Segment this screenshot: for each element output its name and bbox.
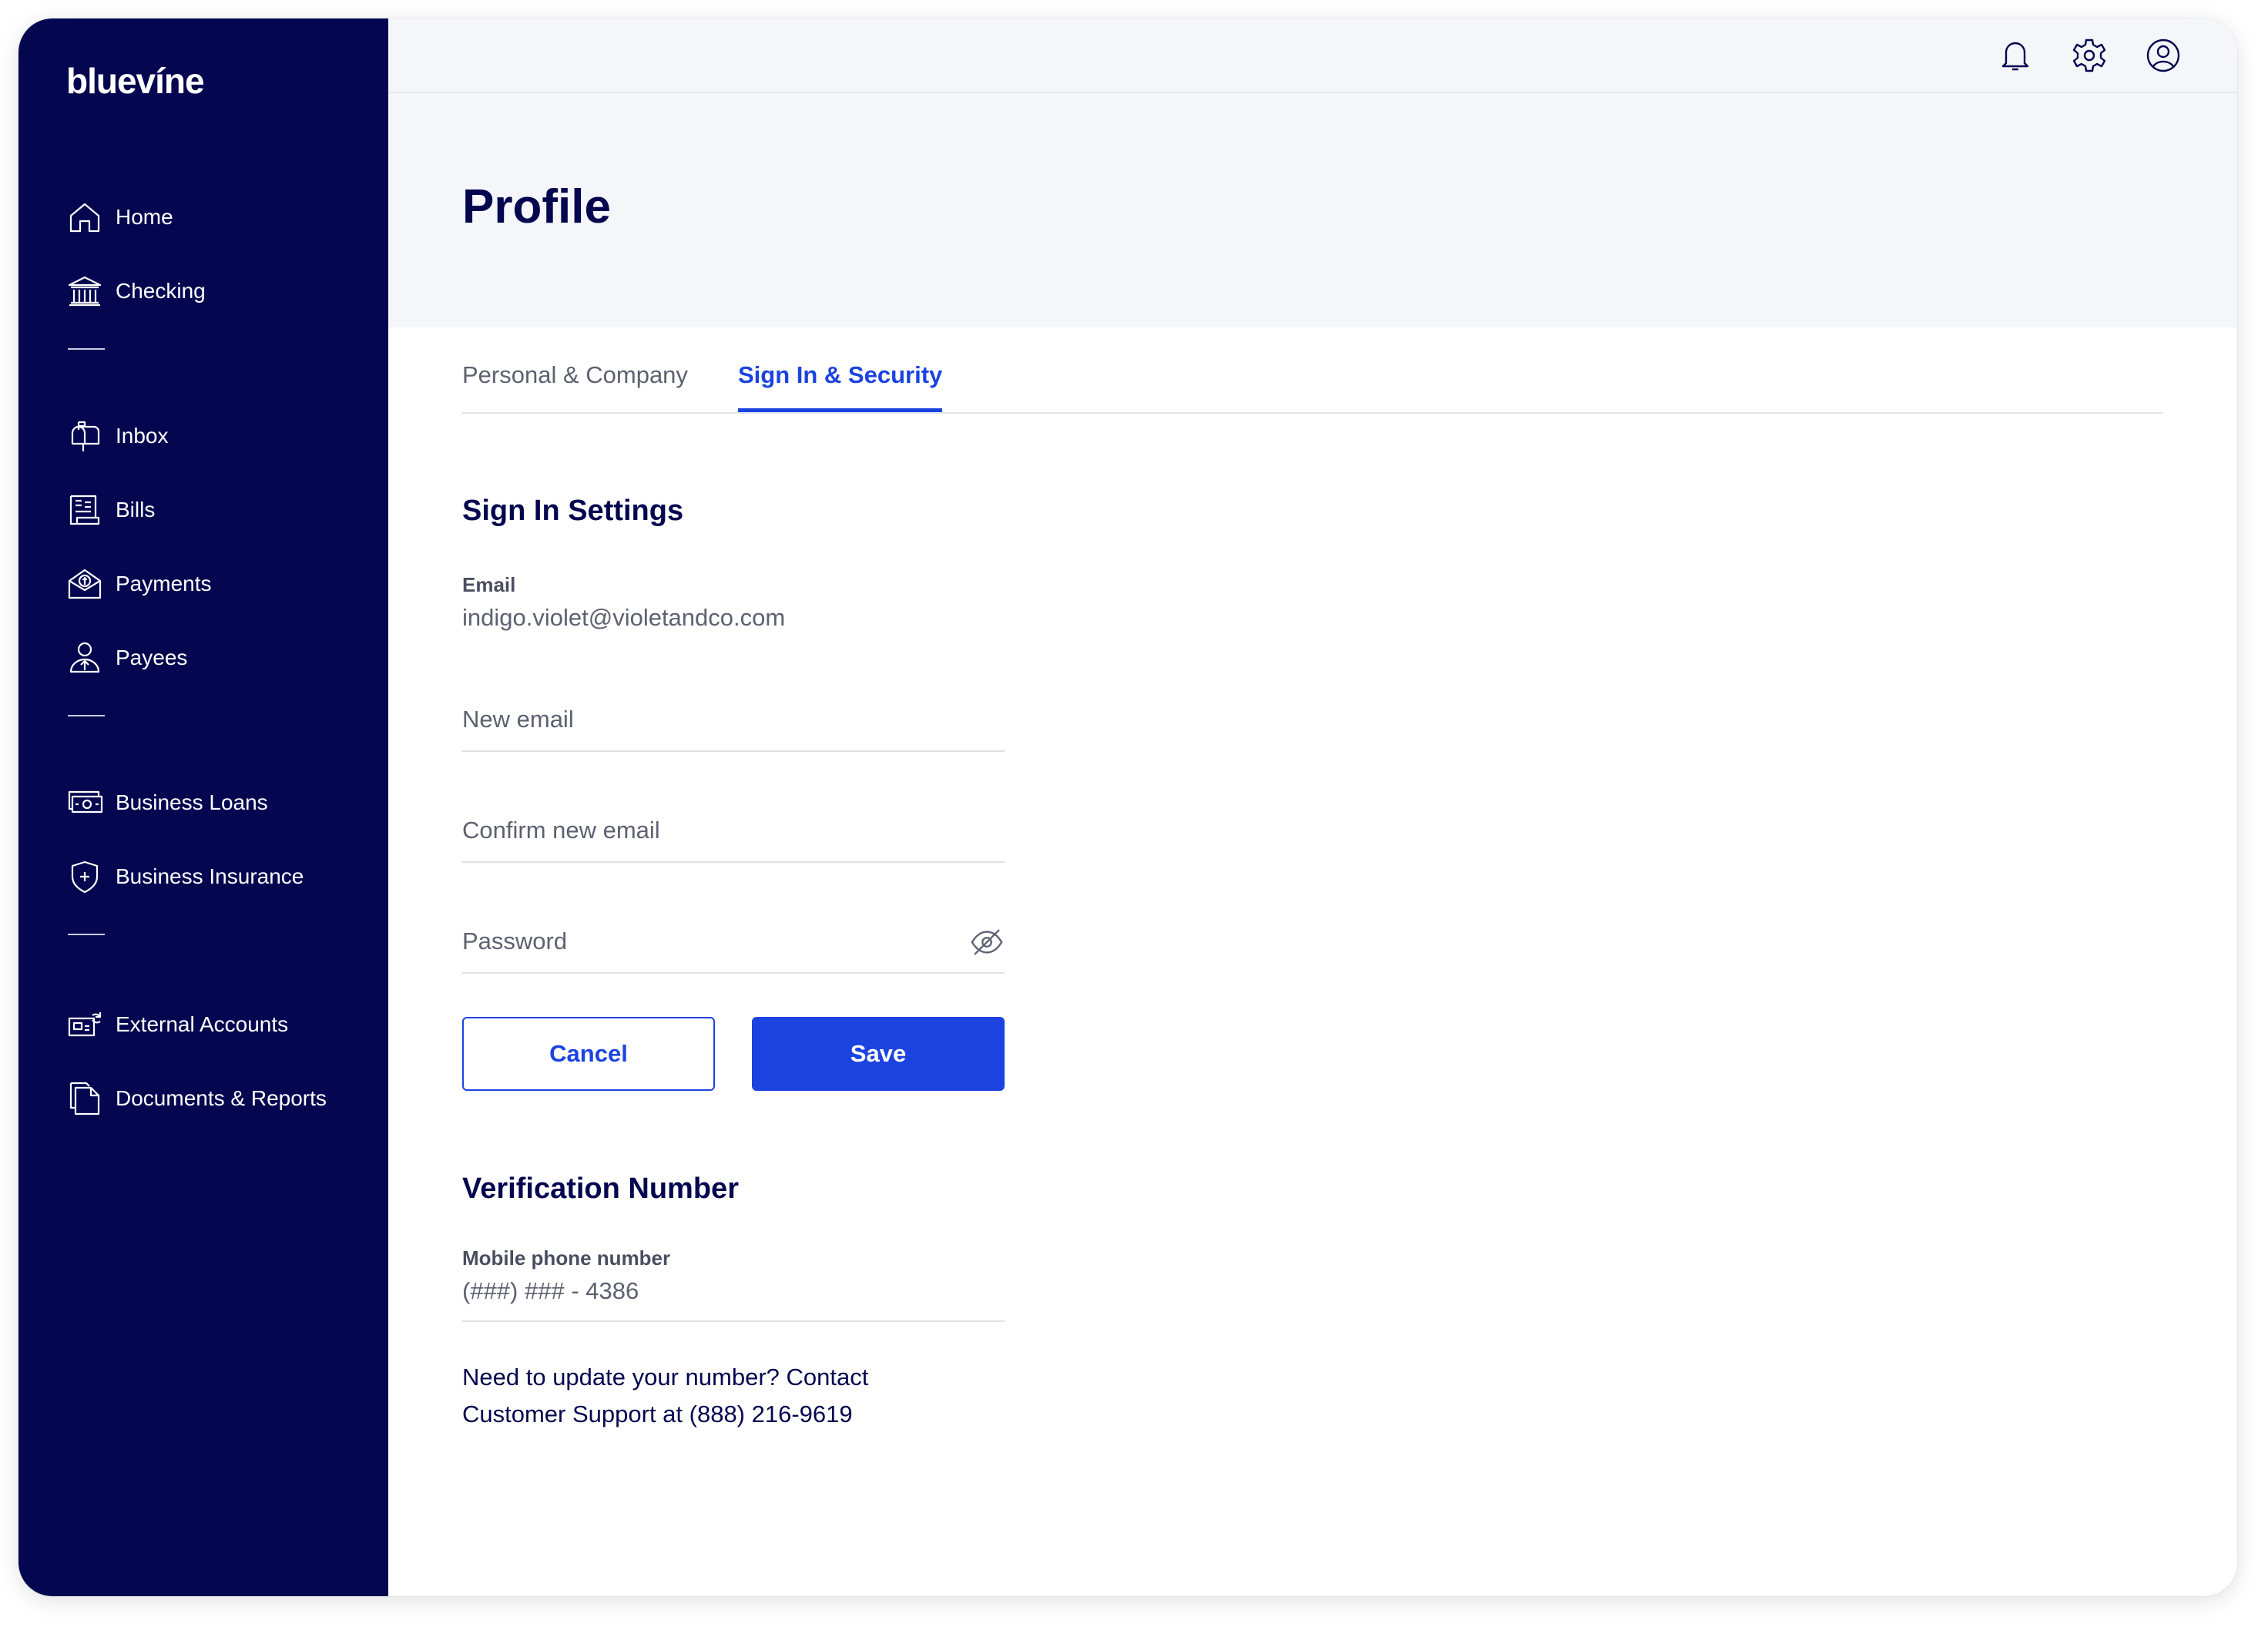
new-email-field-wrap: [462, 695, 1005, 752]
sidebar-divider: [68, 348, 105, 350]
profile-tabs: Personal & Company Sign In & Security: [462, 327, 2163, 414]
password-input[interactable]: [462, 917, 955, 966]
email-value: indigo.violet@violetandco.com: [462, 604, 786, 631]
sidebar-item-bills[interactable]: Bills: [66, 488, 155, 532]
tab-personal-company[interactable]: Personal & Company: [462, 361, 688, 411]
tab-sign-in-security[interactable]: Sign In & Security: [738, 361, 943, 412]
cancel-button[interactable]: Cancel: [462, 1017, 715, 1091]
home-icon: [69, 203, 100, 233]
payment-icon: [68, 569, 102, 599]
new-email-input[interactable]: [462, 695, 955, 744]
gear-icon[interactable]: [2071, 37, 2108, 74]
sidebar-item-documents-reports[interactable]: Documents & Reports: [66, 1077, 327, 1120]
verification-number-title: Verification Number: [462, 1172, 739, 1205]
sidebar-item-label: Documents & Reports: [116, 1086, 327, 1110]
sidebar-divider: [68, 934, 105, 935]
sidebar-item-label: Checking: [116, 279, 206, 303]
external-account-icon: [68, 1012, 102, 1037]
support-help-text: Need to update your number? Contact Cust…: [462, 1364, 869, 1427]
page-header: Profile: [388, 93, 2237, 327]
top-bar: [388, 18, 2237, 93]
sidebar-divider: [68, 715, 105, 716]
mobile-phone-label: Mobile phone number: [462, 1246, 671, 1270]
sidebar-item-inbox[interactable]: Inbox: [66, 414, 169, 458]
documents-icon: [69, 1082, 100, 1115]
cash-icon: [68, 790, 103, 814]
sidebar-item-home[interactable]: Home: [66, 196, 173, 239]
save-button[interactable]: Save: [752, 1017, 1005, 1091]
sidebar-item-label: Business Loans: [116, 790, 268, 814]
sidebar-item-label: Payments: [116, 572, 212, 595]
bluevine-logo[interactable]: bluevíne: [66, 60, 205, 102]
email-label: Email: [462, 573, 516, 596]
bill-icon: [69, 495, 100, 525]
sidebar-item-payments[interactable]: Payments: [66, 562, 212, 606]
sidebar-item-business-insurance[interactable]: Business Insurance: [66, 855, 304, 898]
confirm-email-field-wrap: [462, 806, 1005, 863]
confirm-email-input[interactable]: [462, 806, 955, 855]
sidebar-item-label: External Accounts: [116, 1012, 289, 1036]
sidebar-item-payees[interactable]: Payees: [66, 636, 187, 679]
bell-icon[interactable]: [1997, 37, 2034, 74]
eye-slash-icon[interactable]: [969, 924, 1005, 960]
sidebar-item-label: Business Insurance: [116, 864, 304, 888]
sidebar-item-business-loans[interactable]: Business Loans: [66, 781, 268, 824]
shield-icon: [71, 860, 99, 894]
sidebar-item-label: Payees: [116, 646, 188, 669]
bank-icon: [68, 276, 102, 307]
password-field-wrap: [462, 917, 1005, 974]
sidebar-item-label: Inbox: [116, 424, 169, 448]
sidebar-item-external-accounts[interactable]: External Accounts: [66, 1003, 288, 1046]
user-icon[interactable]: [2145, 37, 2182, 74]
sidebar-item-checking[interactable]: Checking: [66, 270, 206, 313]
sidebar-item-label: Home: [116, 205, 173, 229]
sidebar: bluevíne Home Checking Inbox Bills Payme…: [18, 18, 388, 1596]
payee-icon: [69, 642, 100, 673]
sign-in-settings-title: Sign In Settings: [462, 495, 684, 527]
main-content: Profile Personal & Company Sign In & Sec…: [388, 18, 2237, 1596]
sidebar-item-label: Bills: [116, 498, 156, 522]
mobile-phone-value: (###) ### - 4386: [462, 1277, 639, 1304]
mailbox-icon: [71, 421, 100, 451]
phone-divider: [462, 1320, 1005, 1322]
app-window: bluevíne Home Checking Inbox Bills Payme…: [18, 18, 2237, 1596]
page-title: Profile: [462, 180, 611, 233]
